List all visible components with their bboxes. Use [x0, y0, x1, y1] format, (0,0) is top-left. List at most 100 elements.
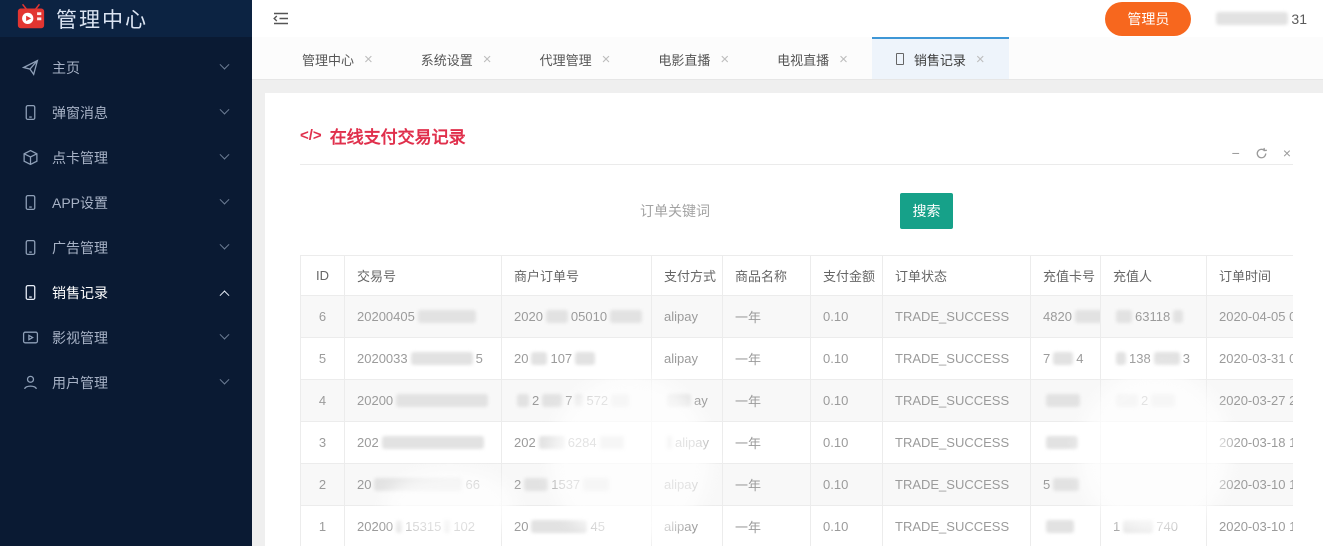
table-cell: alipay: [652, 464, 723, 506]
table-cell: 6: [301, 296, 345, 338]
sidebar-item-label: 弹窗消息: [52, 103, 108, 123]
sidebar-item-6[interactable]: 影视管理: [0, 315, 252, 360]
redacted-text: [546, 310, 568, 323]
tab-5[interactable]: 销售记录×: [872, 37, 1009, 79]
tab-4[interactable]: 电视直播×: [753, 37, 872, 79]
panel-title: </> 在线支付交易记录: [300, 123, 1293, 148]
table-cell: 2020-04-05 0: [1207, 296, 1294, 338]
redacted-text: [396, 520, 402, 533]
search-input[interactable]: [640, 193, 855, 229]
table-row: 42020027572ay一年0.10TRADE_SUCCESS22020-03…: [301, 380, 1294, 422]
column-header: 订单时间: [1207, 256, 1294, 296]
redacted-text: [539, 436, 565, 449]
chevron-down-icon: [220, 330, 230, 340]
table-cell: 一年: [723, 338, 811, 380]
table-cell: 3: [301, 422, 345, 464]
close-icon[interactable]: ×: [720, 51, 729, 68]
table-cell: 5: [301, 338, 345, 380]
redacted-text: [667, 394, 691, 407]
sidebar-item-3[interactable]: APP设置: [0, 180, 252, 225]
sidebar-item-5[interactable]: 销售记录: [0, 270, 252, 315]
sidebar-item-7[interactable]: 用户管理: [0, 360, 252, 405]
redacted-text: [374, 478, 462, 491]
username[interactable]: 31: [1213, 11, 1307, 27]
username-suffix: 31: [1291, 11, 1307, 27]
tab-0[interactable]: 管理中心×: [278, 37, 397, 79]
table-cell: 0.10: [811, 380, 883, 422]
column-header: ID: [301, 256, 345, 296]
redacted-text: [1075, 310, 1101, 323]
close-icon[interactable]: ×: [1283, 145, 1291, 161]
redacted-text: [396, 394, 488, 407]
table-cell: 0.10: [811, 506, 883, 546]
chevron-down-icon: [220, 60, 230, 70]
sidebar-item-4[interactable]: 广告管理: [0, 225, 252, 270]
table-cell: 0.10: [811, 296, 883, 338]
sidebar-item-label: 用户管理: [52, 373, 108, 393]
redacted-text: [1046, 436, 1078, 449]
column-header: 支付方式: [652, 256, 723, 296]
phone-icon: [22, 284, 39, 301]
tab-label: 代理管理: [540, 50, 592, 69]
chevron-up-icon: [220, 290, 230, 300]
sidebar-item-label: 主页: [52, 58, 80, 78]
tab-1[interactable]: 系统设置×: [397, 37, 516, 79]
table-cell: 2020-03-10 1: [1207, 464, 1294, 506]
redacted-text: [1116, 310, 1132, 323]
minimize-icon[interactable]: −: [1232, 145, 1240, 161]
panel-controls: − ×: [1232, 145, 1291, 161]
redacted-text: [1116, 352, 1126, 365]
search-row: 搜索: [300, 193, 1293, 229]
sidebar-item-2[interactable]: 点卡管理: [0, 135, 252, 180]
close-icon[interactable]: ×: [483, 51, 492, 68]
table-cell: 1: [301, 506, 345, 546]
table-cell: 21537: [502, 464, 652, 506]
code-icon: </>: [300, 127, 322, 144]
chevron-down-icon: [220, 150, 230, 160]
search-button[interactable]: 搜索: [900, 193, 953, 229]
table-cell: [1031, 506, 1101, 546]
app-logo[interactable]: 管理中心: [0, 0, 252, 37]
table-cell: 63118: [1101, 296, 1207, 338]
sidebar-item-1[interactable]: 弹窗消息: [0, 90, 252, 135]
table-cell: 0.10: [811, 338, 883, 380]
table-cell: [1031, 422, 1101, 464]
menu-fold-icon[interactable]: [272, 11, 290, 26]
table-cell: 一年: [723, 422, 811, 464]
close-icon[interactable]: ×: [839, 51, 848, 68]
table-cell: TRADE_SUCCESS: [883, 506, 1031, 546]
redacted-text: [575, 394, 583, 407]
table-cell: 1383: [1101, 338, 1207, 380]
table-cell: 2020-03-18 1: [1207, 422, 1294, 464]
admin-role-badge[interactable]: 管理员: [1105, 2, 1191, 36]
table-cell: 74: [1031, 338, 1101, 380]
redacted-text: [610, 310, 642, 323]
table-cell: 20200335: [345, 338, 502, 380]
redacted-text: [524, 478, 548, 491]
sidebar-item-0[interactable]: 主页: [0, 45, 252, 90]
tab-label: 电影直播: [658, 50, 710, 69]
table-cell: 2020-03-27 2: [1207, 380, 1294, 422]
refresh-icon[interactable]: [1255, 147, 1268, 160]
table-cell: alipay: [652, 506, 723, 546]
tab-3[interactable]: 电影直播 ×: [634, 37, 753, 79]
sidebar-item-label: 影视管理: [52, 328, 108, 348]
table-cell: 2045: [502, 506, 652, 546]
close-icon[interactable]: ×: [976, 51, 985, 68]
column-header: 商品名称: [723, 256, 811, 296]
sidebar: 管理中心 主页弹窗消息点卡管理APP设置广告管理销售记录影视管理用户管理: [0, 0, 252, 546]
tab-2[interactable]: 代理管理 ×: [516, 37, 635, 79]
table-cell: alipay: [652, 422, 723, 464]
phone-icon: [22, 239, 39, 256]
table-cell: [1031, 380, 1101, 422]
close-icon[interactable]: ×: [364, 51, 373, 68]
table-cell: 20107: [502, 338, 652, 380]
table-cell: 20200: [345, 380, 502, 422]
close-icon[interactable]: ×: [602, 51, 611, 68]
table-cell: TRADE_SUCCESS: [883, 422, 1031, 464]
table-cell: TRADE_SUCCESS: [883, 464, 1031, 506]
redacted-text: [1046, 520, 1074, 533]
table-cell: alipay: [652, 338, 723, 380]
redacted-text: [531, 520, 587, 533]
table-cell: 2066: [345, 464, 502, 506]
